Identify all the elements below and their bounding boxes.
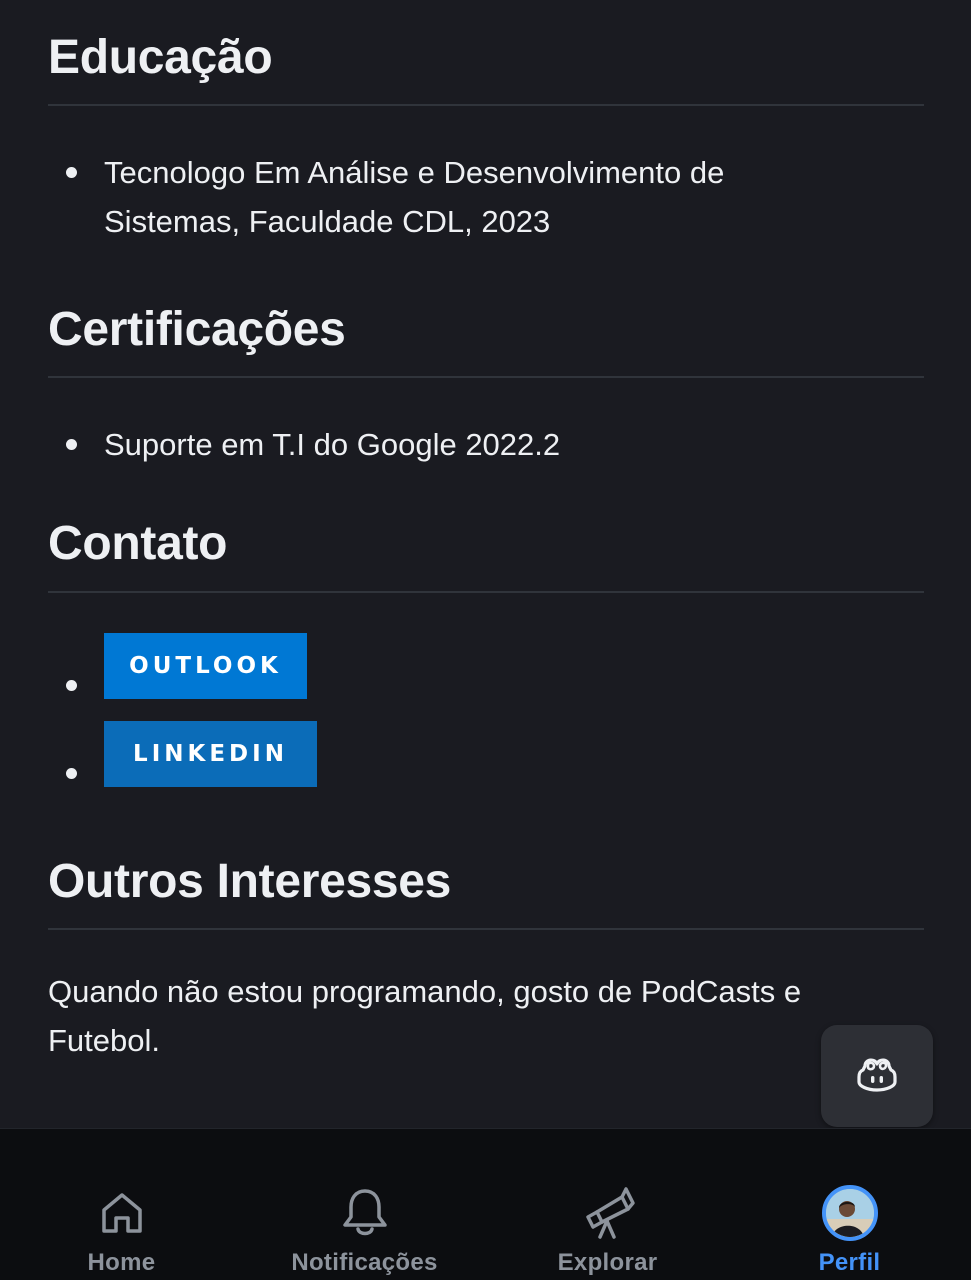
- contact-item-outlook: OUTLOOK: [48, 630, 924, 699]
- education-list: Tecnologo Em Análise e Desenvolvimento d…: [48, 148, 924, 246]
- profile-readme-page: Educação Tecnologo Em Análise e Desenvol…: [0, 0, 971, 1280]
- home-icon: [91, 1182, 153, 1244]
- readme-content: Educação Tecnologo Em Análise e Desenvol…: [48, 0, 924, 1065]
- tab-notifications[interactable]: Notificações: [243, 1129, 486, 1280]
- certifications-divider: [48, 376, 924, 379]
- linkedin-badge-label: LINKEDIN: [133, 740, 288, 767]
- copilot-button[interactable]: [821, 1025, 933, 1127]
- interests-divider: [48, 927, 924, 930]
- tab-notifications-label: Notificações: [291, 1249, 438, 1276]
- copilot-icon: [857, 1056, 897, 1097]
- tab-explore-label: Explorar: [557, 1249, 658, 1276]
- contact-item-linkedin: LINKEDIN: [48, 718, 924, 787]
- contact-divider: [48, 590, 924, 593]
- profile-avatar-image: [821, 1185, 878, 1241]
- contact-heading: Contato: [48, 517, 228, 571]
- interests-text: Quando não estou programando, gosto de P…: [48, 973, 802, 1058]
- certifications-list: Suporte em T.I do Google 2022.2: [48, 420, 924, 469]
- tab-profile-label: Perfil: [818, 1249, 881, 1276]
- certification-item: Suporte em T.I do Google 2022.2: [48, 420, 924, 469]
- interests-heading: Outros Interesses: [48, 854, 452, 908]
- tab-explore[interactable]: Explorar: [486, 1129, 729, 1280]
- tab-profile[interactable]: Perfil: [728, 1129, 971, 1280]
- outlook-badge-link[interactable]: OUTLOOK: [104, 632, 307, 699]
- education-item: Tecnologo Em Análise e Desenvolvimento d…: [48, 148, 924, 246]
- tab-home-label: Home: [87, 1249, 156, 1276]
- contact-list: OUTLOOK LINKEDIN: [48, 630, 924, 787]
- linkedin-badge-link[interactable]: LINKEDIN: [104, 720, 317, 787]
- outlook-badge-label: OUTLOOK: [129, 652, 282, 679]
- bottom-tab-bar: Home Notificações Explorar Perfil: [0, 1128, 971, 1280]
- avatar: [819, 1182, 881, 1244]
- tab-home[interactable]: Home: [0, 1129, 243, 1280]
- education-divider: [48, 104, 924, 107]
- telescope-icon: [577, 1182, 639, 1244]
- education-heading: Educação: [48, 31, 273, 84]
- bell-icon: [334, 1182, 396, 1244]
- certifications-heading: Certificações: [48, 303, 346, 357]
